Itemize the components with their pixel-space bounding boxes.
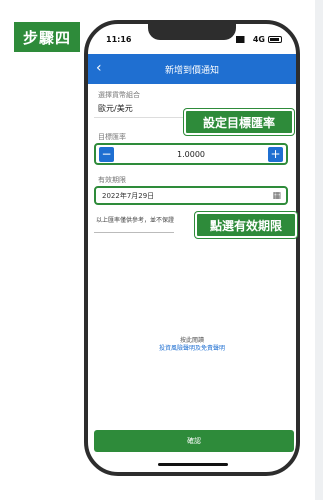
confirm-button[interactable]: 確認 — [94, 430, 294, 452]
status-indicators: 4G — [235, 34, 282, 44]
network-label: 4G — [252, 34, 265, 44]
disclaimer-text: 以上匯率僅供參考，並不保證 — [96, 217, 175, 224]
target-rate-label: 目標匯率 — [98, 133, 126, 141]
phone-frame: 11:16 4G ‹ 新增到價通知 選擇貨幣組合 歐元/美元 目標匯率 − 1.… — [84, 20, 300, 476]
currency-pair-value: 歐元/美元 — [98, 104, 133, 113]
target-rate-stepper: − 1.0000 + — [94, 143, 288, 165]
decrease-rate-button[interactable]: − — [99, 146, 114, 162]
validity-date-field[interactable]: 2022年7月29日 ▦ — [94, 186, 288, 205]
divider-line — [94, 232, 174, 233]
back-icon[interactable]: ‹ — [96, 60, 102, 76]
status-time: 11:16 — [106, 34, 132, 44]
page-title: 新增到價通知 — [164, 65, 219, 76]
page-edge — [315, 0, 323, 500]
signal-icon — [235, 35, 250, 43]
target-rate-value[interactable]: 1.0000 — [177, 150, 205, 159]
step-badge: 步驟四 — [14, 22, 80, 52]
increase-rate-button[interactable]: + — [268, 146, 283, 162]
phone-notch — [148, 24, 236, 40]
battery-icon — [268, 35, 282, 43]
form-content: 選擇貨幣組合 歐元/美元 目標匯率 − 1.0000 + 有效期限 2022年7… — [88, 84, 296, 472]
calendar-icon: ▦ — [272, 190, 281, 201]
app-header: ‹ 新增到價通知 — [88, 54, 296, 84]
home-indicator — [158, 463, 228, 466]
set-rate-callout: 設定目標匯率 — [184, 109, 294, 135]
risk-disclosure-link[interactable]: 投資風險聲明及免責聲明 — [88, 343, 296, 352]
validity-date-value: 2022年7月29日 — [102, 191, 155, 200]
set-date-callout: 點選有效期限 — [195, 212, 297, 238]
validity-label: 有效期限 — [98, 176, 126, 184]
currency-pair-label: 選擇貨幣組合 — [98, 91, 140, 99]
